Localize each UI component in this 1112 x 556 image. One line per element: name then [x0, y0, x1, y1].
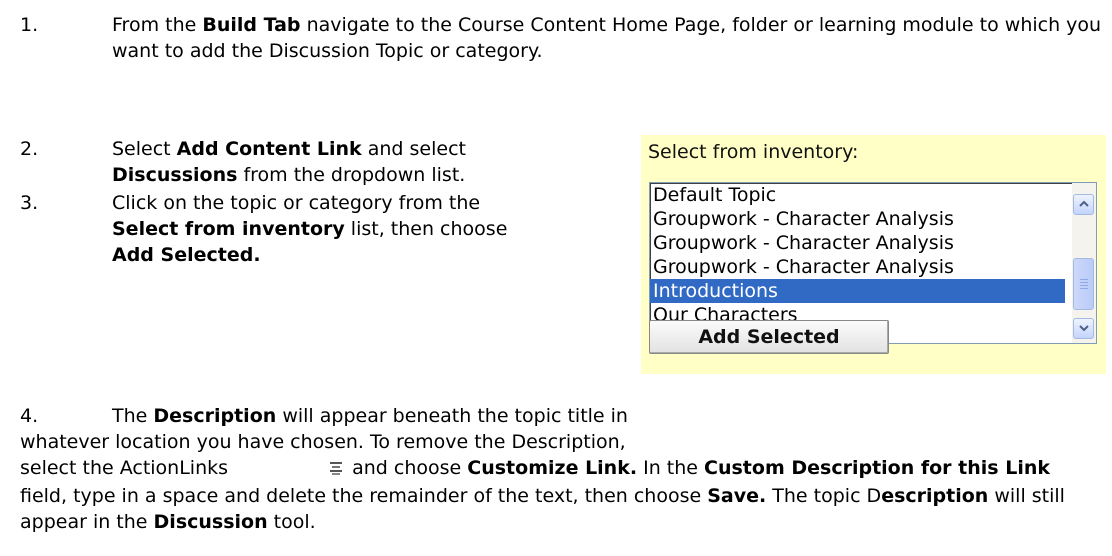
inventory-option[interactable]: Introductions	[650, 279, 1065, 303]
step-emphasis: Build Tab	[202, 14, 301, 36]
step-emphasis: Discussion	[153, 511, 268, 533]
step-emphasis: Add Content Link	[176, 138, 362, 160]
step-text: Select Add Content Link and select Discu…	[112, 136, 540, 188]
step-text-segment: Click on the topic or category from the	[112, 192, 481, 214]
scroll-thumb[interactable]	[1073, 258, 1094, 310]
step-4: 4. The Description will appear beneath th…	[20, 403, 1104, 535]
step-emphasis: Customize Link.	[467, 457, 638, 479]
step-emphasis: Discussions	[112, 164, 238, 186]
inventory-option[interactable]: Groupwork - Character Analysis	[650, 255, 1065, 279]
step-text-segment: The topic D	[766, 485, 882, 507]
inventory-title: Select from inventory:	[648, 141, 859, 163]
step-text-segment: From the	[112, 14, 203, 36]
step-text-segment: and select	[361, 138, 466, 160]
step-text-segment: from the dropdown list.	[237, 164, 466, 186]
step-text-segment: field, type in a space and delete the re…	[20, 485, 708, 507]
step-number: 3.	[20, 192, 39, 214]
actionlinks-icon	[237, 457, 343, 483]
scroll-down-button[interactable]	[1073, 318, 1094, 339]
inventory-options: Default Topic Groupwork - Character Analy…	[650, 183, 1096, 327]
scroll-up-button[interactable]	[1073, 194, 1094, 215]
step-text-segment: The	[112, 405, 154, 427]
instructions-page: Select from inventory: Default Topic Grou…	[0, 0, 1112, 556]
step-text-segment: Select	[112, 138, 177, 160]
inventory-option[interactable]: Default Topic	[650, 183, 1065, 207]
step-text: The Description will appear beneath the …	[20, 403, 1100, 535]
step-text: From the Build Tab navigate to the Cours…	[112, 12, 1104, 64]
step-number: 4.	[20, 405, 39, 427]
inventory-panel: Select from inventory: Default Topic Grou…	[641, 135, 1106, 374]
step-1: 1. From the Build Tab navigate to the Cou…	[20, 12, 1104, 64]
step-emphasis: Save.	[707, 485, 767, 507]
step-number: 2.	[20, 138, 39, 160]
step-2: 2. Select Add Content Link and select Dis…	[20, 136, 540, 188]
step-emphasis: Description	[153, 405, 277, 427]
inventory-option[interactable]: Groupwork - Character Analysis	[650, 207, 1065, 231]
step-3: 3. Click on the topic or category from th…	[20, 190, 540, 268]
inventory-option[interactable]: Groupwork - Character Analysis	[650, 231, 1065, 255]
chevron-down-icon	[1078, 325, 1089, 332]
listbox-scrollbar[interactable]	[1072, 183, 1096, 343]
step-text-segment: In the	[637, 457, 705, 479]
step-text: Click on the topic or category from the …	[112, 190, 540, 268]
step-text-segment: tool.	[267, 511, 316, 533]
step-number: 1.	[20, 14, 39, 36]
layout-spacer	[636, 403, 1100, 453]
step-emphasis: Select from inventory	[112, 218, 345, 240]
grip-icon	[1080, 279, 1088, 289]
step-emphasis: Add Selected.	[112, 244, 261, 266]
step-text-segment: list, then choose	[344, 218, 508, 240]
step-emphasis: Custom Description for this Link	[704, 457, 1050, 479]
step-emphasis: escription	[881, 485, 989, 507]
add-selected-button[interactable]: Add Selected	[649, 320, 889, 354]
step-text-segment: and choose	[346, 457, 468, 479]
chevron-up-icon	[1078, 200, 1089, 207]
